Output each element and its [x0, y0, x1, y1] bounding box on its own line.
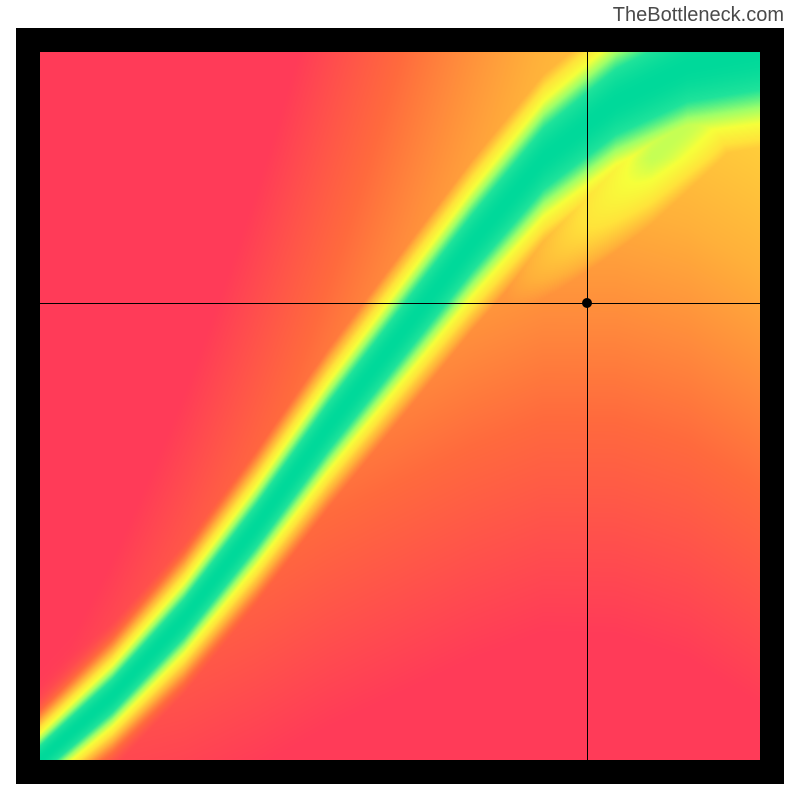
heatmap-plot	[40, 52, 760, 760]
chart-frame	[16, 28, 784, 784]
root-container: TheBottleneck.com	[0, 0, 800, 800]
crosshair-horizontal	[40, 303, 760, 304]
watermark-text: TheBottleneck.com	[613, 4, 784, 27]
plot-area	[40, 52, 760, 760]
data-point-marker	[582, 298, 592, 308]
crosshair-vertical	[587, 52, 588, 760]
